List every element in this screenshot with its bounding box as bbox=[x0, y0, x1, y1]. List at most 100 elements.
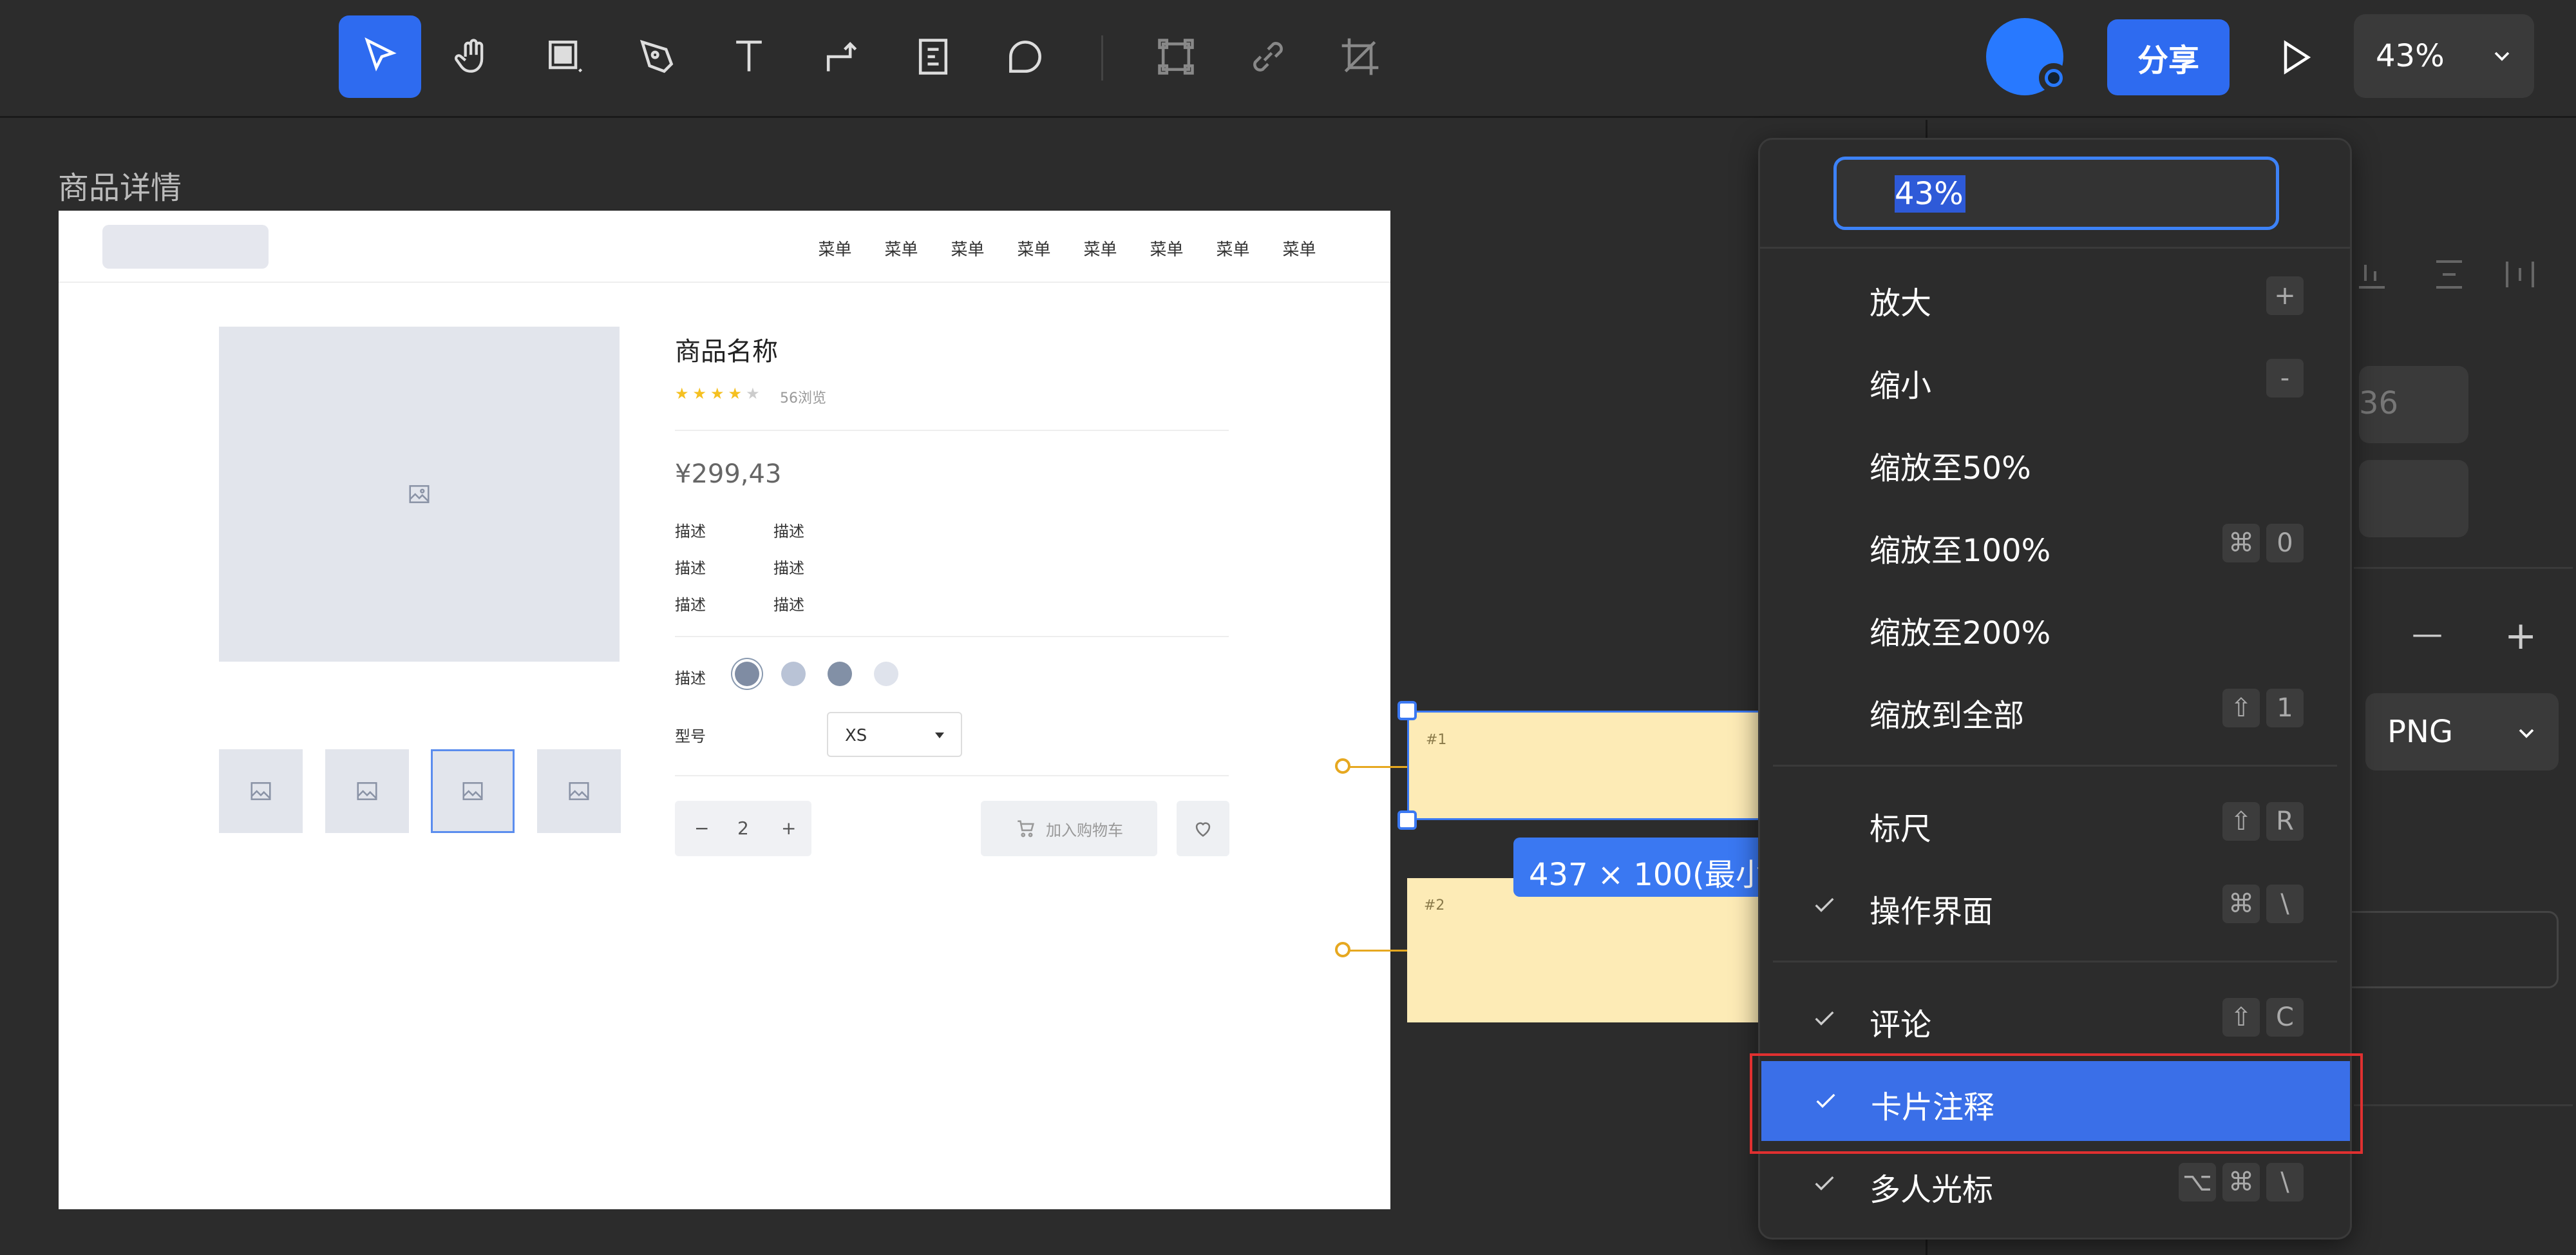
divider bbox=[675, 636, 1229, 637]
thumbnail[interactable] bbox=[219, 749, 303, 833]
frame-title[interactable]: 商品详情 bbox=[58, 162, 182, 207]
divider bbox=[675, 775, 1229, 776]
height-field[interactable]: 36 bbox=[2359, 366, 2468, 443]
nav-item[interactable]: 菜单 bbox=[1133, 236, 1200, 260]
resize-handle[interactable] bbox=[1397, 701, 1417, 720]
dimension-tooltip: 437 × 100(最小 bbox=[1513, 838, 1790, 897]
heart-icon bbox=[1195, 822, 1211, 837]
desc-value: 描述 bbox=[773, 522, 804, 541]
comment-icon bbox=[1009, 41, 1041, 73]
desc-value: 描述 bbox=[773, 559, 804, 577]
frame-icon bbox=[549, 41, 583, 73]
connector-tool-button[interactable] bbox=[800, 15, 882, 98]
crop-icon bbox=[1341, 38, 1379, 75]
color-swatch-selected[interactable] bbox=[735, 662, 759, 686]
shortcut-key: R bbox=[2266, 802, 2304, 841]
annotation-card-1[interactable]: #1 bbox=[1407, 711, 1768, 820]
menu-item-zoom-out[interactable]: 缩小 - bbox=[1760, 340, 2350, 419]
logo-placeholder bbox=[102, 225, 269, 269]
text-tool-button[interactable] bbox=[708, 15, 790, 98]
annotation-connector bbox=[1343, 950, 1407, 952]
connector-icon bbox=[826, 41, 857, 72]
menu-item-label: 操作界面 bbox=[1870, 894, 1994, 930]
pen-tool-button[interactable] bbox=[616, 15, 698, 98]
comment-tool-button[interactable] bbox=[984, 15, 1066, 98]
menu-item-label: 多人光标 bbox=[1870, 1172, 1994, 1208]
menu-item-label: 评论 bbox=[1870, 1007, 1932, 1043]
menu-item-zoom-100[interactable]: 缩放至100% ⌘ 0 bbox=[1760, 504, 2350, 584]
card-tag: #1 bbox=[1426, 732, 1447, 748]
menu-item-zoom-fit-all[interactable]: 缩放到全部 ⇧ 1 bbox=[1760, 669, 2350, 749]
resize-handle[interactable] bbox=[1397, 810, 1417, 830]
cursor-arrow-icon bbox=[365, 37, 397, 72]
shortcut-key: \ bbox=[2266, 885, 2304, 923]
nav-item[interactable]: 菜单 bbox=[1001, 236, 1067, 260]
zoom-dropdown[interactable]: 43% bbox=[2354, 14, 2534, 98]
toolbar-divider bbox=[1101, 35, 1103, 81]
menu-item-zoom-50[interactable]: 缩放至50% bbox=[1760, 422, 2350, 502]
menu-item-label: 缩放至50% bbox=[1870, 450, 2031, 486]
nav-item[interactable]: 菜单 bbox=[1266, 236, 1332, 260]
link-tool-button[interactable] bbox=[1227, 15, 1309, 98]
menu-divider bbox=[1773, 961, 2337, 963]
model-select[interactable]: XS bbox=[827, 712, 962, 757]
zoom-input[interactable] bbox=[1895, 175, 1965, 213]
menu-item-zoom-in[interactable]: 放大 + bbox=[1760, 257, 2350, 337]
preview-button[interactable] bbox=[2267, 29, 2324, 86]
align-bottom-icon[interactable] bbox=[2353, 255, 2391, 294]
note-tool-button[interactable] bbox=[892, 15, 974, 98]
desc-value: 描述 bbox=[773, 596, 804, 614]
zoom-input-wrapper[interactable] bbox=[1833, 157, 2279, 230]
thumbnail[interactable] bbox=[537, 749, 621, 833]
image-icon bbox=[462, 782, 483, 800]
annotation-anchor[interactable] bbox=[1335, 758, 1350, 774]
distribute-vertical-icon[interactable] bbox=[2430, 255, 2468, 294]
shortcut-key: C bbox=[2266, 998, 2304, 1037]
option-key-icon: ⌥ bbox=[2178, 1163, 2216, 1202]
model-value: XS bbox=[845, 726, 867, 745]
component-tool-button[interactable] bbox=[1135, 15, 1217, 98]
top-toolbar: 分享 43% bbox=[0, 0, 2576, 118]
caret-down-icon bbox=[935, 733, 944, 738]
favorite-button[interactable] bbox=[1177, 801, 1229, 856]
menu-item-rulers[interactable]: 标尺 ⇧ R bbox=[1760, 783, 2350, 863]
thumbnail[interactable] bbox=[325, 749, 409, 833]
property-field[interactable] bbox=[2359, 460, 2468, 537]
frame-tool-button[interactable] bbox=[524, 15, 606, 98]
check-icon bbox=[1815, 1176, 1834, 1191]
menu-item-zoom-200[interactable]: 缩放至200% bbox=[1760, 587, 2350, 667]
nav-item[interactable]: 菜单 bbox=[1067, 236, 1133, 260]
add-export-button[interactable]: + bbox=[2505, 613, 2537, 658]
distribute-horizontal-icon[interactable] bbox=[2501, 255, 2539, 294]
nav-item[interactable]: 菜单 bbox=[868, 236, 934, 260]
desc-label: 描述 bbox=[675, 559, 706, 577]
thumbnail-selected[interactable] bbox=[431, 749, 515, 833]
menu-item-comments[interactable]: 评论 ⇧ C bbox=[1760, 979, 2350, 1059]
nav-item[interactable]: 菜单 bbox=[802, 236, 868, 260]
menu-item-ui[interactable]: 操作界面 ⌘ \ bbox=[1760, 865, 2350, 945]
add-to-cart-button[interactable]: 加入购物车 bbox=[981, 801, 1157, 856]
export-format-select[interactable]: PNG bbox=[2365, 693, 2559, 771]
component-icon bbox=[1158, 39, 1194, 75]
nav-item[interactable]: 菜单 bbox=[934, 236, 1001, 260]
annotation-card-2[interactable]: #2 bbox=[1407, 878, 1768, 1022]
qty-minus-button[interactable]: − bbox=[694, 818, 709, 839]
qty-plus-button[interactable]: + bbox=[781, 818, 796, 839]
crop-tool-button[interactable] bbox=[1319, 15, 1401, 98]
annotation-anchor[interactable] bbox=[1335, 942, 1350, 957]
menu-item-label: 标尺 bbox=[1870, 811, 1932, 847]
color-swatch[interactable] bbox=[828, 662, 852, 686]
nav-item[interactable]: 菜单 bbox=[1200, 236, 1266, 260]
export-button[interactable] bbox=[2340, 911, 2559, 988]
hand-tool-button[interactable] bbox=[431, 15, 514, 98]
menu-item-multiplayer-cursors[interactable]: 多人光标 ⌥ ⌘ \ bbox=[1760, 1144, 2350, 1223]
remove-export-button[interactable]: — bbox=[2412, 616, 2443, 652]
select-tool-button[interactable] bbox=[339, 15, 421, 98]
text-icon bbox=[736, 41, 762, 72]
color-swatch[interactable] bbox=[874, 662, 898, 686]
share-button[interactable]: 分享 bbox=[2107, 19, 2230, 95]
shortcut-key: 1 bbox=[2266, 689, 2304, 727]
color-swatch[interactable] bbox=[781, 662, 806, 686]
menu-divider bbox=[1773, 765, 2337, 767]
product-detail-frame[interactable]: 菜单 菜单 菜单 菜单 菜单 菜单 菜单 菜单 商品名称 ★★★★★ 56浏览 … bbox=[59, 211, 1390, 1209]
